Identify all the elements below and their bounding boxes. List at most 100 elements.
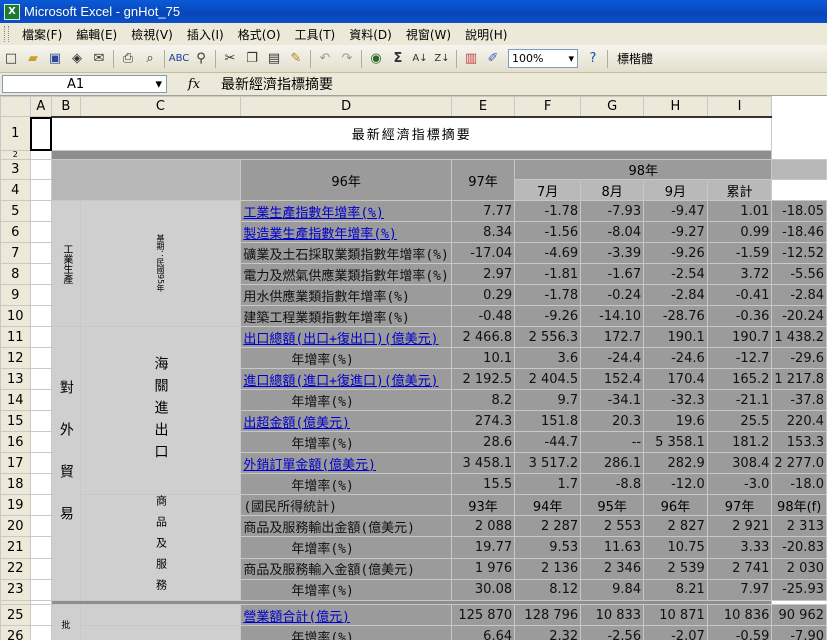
value-cell[interactable]: 3.6 xyxy=(514,347,582,369)
value-cell[interactable]: -4.69 xyxy=(514,242,582,264)
value-cell[interactable]: 2 277.0 xyxy=(771,452,827,474)
row-header[interactable]: 26 xyxy=(0,625,31,640)
cell[interactable] xyxy=(79,604,242,626)
value-cell[interactable]: -17.04 xyxy=(450,242,516,264)
group-label-industry[interactable]: 工業生產 xyxy=(51,200,81,327)
indicator-label[interactable]: 用水供應業類指數年增率(%) xyxy=(240,284,452,306)
spelling-icon[interactable]: ABC xyxy=(169,49,190,69)
cell[interactable] xyxy=(29,263,53,285)
value-cell[interactable]: 9.7 xyxy=(514,389,582,411)
value-cell[interactable]: 9.53 xyxy=(514,536,582,559)
row-header[interactable]: 15 xyxy=(0,410,31,432)
value-cell[interactable]: -24.6 xyxy=(643,347,708,369)
header-month-7[interactable]: 7月 xyxy=(514,179,582,201)
font-name-box[interactable]: 標楷體 xyxy=(617,50,653,67)
cell[interactable] xyxy=(29,347,53,369)
column-header-h[interactable]: H xyxy=(643,96,708,117)
indicator-label[interactable]: 礦業及土石採取業類指數年增率(%) xyxy=(240,242,452,264)
cell[interactable] xyxy=(29,150,53,160)
menu-file[interactable]: 檔案(F) xyxy=(15,26,69,43)
value-cell[interactable]: 3 517.2 xyxy=(514,452,582,474)
row-header[interactable]: 19 xyxy=(0,493,31,517)
year-header-cell[interactable]: 96年 xyxy=(643,493,708,517)
year-header-cell[interactable]: 95年 xyxy=(580,493,645,517)
column-header-c[interactable]: C xyxy=(79,96,242,117)
cell[interactable] xyxy=(29,200,53,222)
indicator-link[interactable]: 工業生產指數年增率(%) xyxy=(240,200,452,222)
value-cell[interactable]: 1 217.8 xyxy=(771,368,827,390)
row-header[interactable]: 8 xyxy=(0,263,31,285)
value-cell[interactable]: -1.81 xyxy=(514,263,582,285)
value-cell[interactable]: -34.1 xyxy=(580,389,645,411)
indicator-link[interactable]: 出口總額(出口+復出口)(億美元) xyxy=(240,326,452,348)
value-cell[interactable]: 3 458.1 xyxy=(450,452,516,474)
cut-icon[interactable]: ✂ xyxy=(220,49,240,69)
value-cell[interactable]: 19.6 xyxy=(643,410,708,432)
year-header-cell[interactable]: 98年(f) xyxy=(771,493,827,517)
cell[interactable] xyxy=(29,305,53,327)
value-cell[interactable]: 0.29 xyxy=(450,284,516,306)
menu-insert[interactable]: 插入(I) xyxy=(180,26,231,43)
indicator-label[interactable]: 年增率(%) xyxy=(240,625,452,640)
cell[interactable] xyxy=(29,284,53,306)
sheet-title[interactable]: 最新經濟指標摘要 xyxy=(51,115,773,151)
hyperlink-icon[interactable]: ◉ xyxy=(366,49,386,69)
indicator-label[interactable]: 年增率(%) xyxy=(240,578,452,602)
value-cell[interactable]: -0.24 xyxy=(580,284,645,306)
group-label-goods[interactable]: 商品及服務 xyxy=(79,494,242,601)
cell[interactable] xyxy=(29,159,53,180)
value-cell[interactable]: 2 030 xyxy=(771,557,827,580)
column-header-e[interactable]: E xyxy=(450,96,516,117)
print-preview-icon[interactable]: ⌕ xyxy=(140,49,160,69)
value-cell[interactable]: -8.04 xyxy=(580,221,645,243)
cell[interactable] xyxy=(29,221,53,243)
value-cell[interactable]: -8.8 xyxy=(580,473,645,495)
value-cell[interactable]: -18.05 xyxy=(771,200,827,222)
value-cell[interactable]: -21.1 xyxy=(706,389,773,411)
value-cell[interactable]: -12.7 xyxy=(706,347,773,369)
value-cell[interactable]: 11.63 xyxy=(580,536,645,559)
group-note-base-period[interactable]: 基期：民國95年 xyxy=(79,200,242,327)
row-header[interactable]: 9 xyxy=(0,284,31,306)
value-cell[interactable]: 151.8 xyxy=(514,410,582,432)
value-cell[interactable]: 152.4 xyxy=(580,368,645,390)
value-cell[interactable]: -1.78 xyxy=(514,284,582,306)
menu-view[interactable]: 檢視(V) xyxy=(124,26,180,43)
open-icon[interactable]: ▰ xyxy=(23,49,43,69)
value-cell[interactable]: 153.3 xyxy=(771,431,827,453)
row-header[interactable]: 3 xyxy=(0,159,31,180)
drawing-icon[interactable]: ✐ xyxy=(483,49,503,69)
row-header[interactable]: 18 xyxy=(0,473,31,495)
indicator-label[interactable]: 年增率(%) xyxy=(240,431,452,453)
indicator-label[interactable]: (國民所得統計) xyxy=(240,493,452,517)
indicator-label[interactable]: 年增率(%) xyxy=(240,347,452,369)
value-cell[interactable]: -- xyxy=(580,431,645,453)
value-cell[interactable]: 2 088 xyxy=(450,515,516,538)
indicator-link[interactable]: 進口總額(進口+復進口)(億美元) xyxy=(240,368,452,390)
value-cell[interactable]: -9.47 xyxy=(643,200,708,222)
value-cell[interactable]: -1.67 xyxy=(580,263,645,285)
new-icon[interactable]: □ xyxy=(1,49,21,69)
value-cell[interactable]: 1.7 xyxy=(514,473,582,495)
zoom-select[interactable]: 100% ▾ xyxy=(508,49,578,68)
value-cell[interactable]: 282.9 xyxy=(643,452,708,474)
value-cell[interactable]: 165.2 xyxy=(706,368,773,390)
value-cell[interactable]: -32.3 xyxy=(643,389,708,411)
value-cell[interactable]: 10.75 xyxy=(643,536,708,559)
value-cell[interactable]: 90 962 xyxy=(771,604,827,626)
save-icon[interactable]: ▣ xyxy=(45,49,65,69)
group-label-customs[interactable]: 海關進出口 xyxy=(79,326,242,495)
value-cell[interactable]: 2.32 xyxy=(514,625,582,640)
value-cell[interactable]: -1.56 xyxy=(514,221,582,243)
spreadsheet-grid[interactable]: A B C D E F G H I 1 最新經濟指標摘要 2 3 96年 97年… xyxy=(0,96,827,640)
indicator-label[interactable]: 年增率(%) xyxy=(240,473,452,495)
row-header[interactable]: 6 xyxy=(0,221,31,243)
formula-input[interactable]: 最新經濟指標摘要 xyxy=(221,74,333,94)
value-cell[interactable]: 8.21 xyxy=(643,578,708,602)
value-cell[interactable]: -1.78 xyxy=(514,200,582,222)
value-cell[interactable]: 6.64 xyxy=(450,625,516,640)
value-cell[interactable]: -1.59 xyxy=(706,242,773,264)
value-cell[interactable]: 308.4 xyxy=(706,452,773,474)
value-cell[interactable]: 1 438.2 xyxy=(771,326,827,348)
name-box[interactable]: A1 ▾ xyxy=(2,75,167,93)
